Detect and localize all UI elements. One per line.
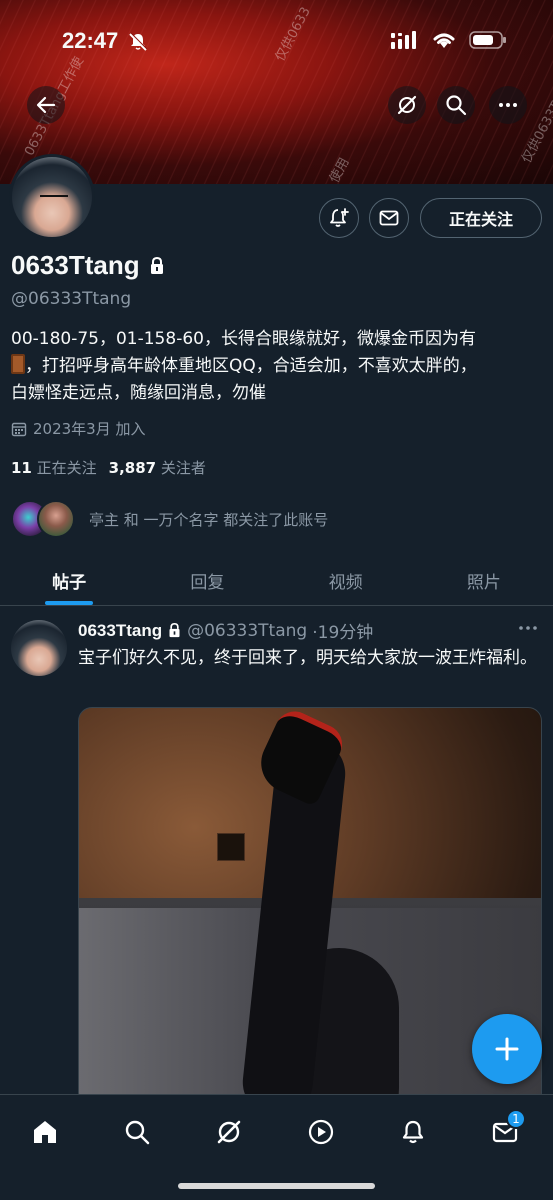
post-header: 0633Ttang @06333Ttang ·19分钟 <box>78 618 374 644</box>
arrow-left-icon <box>36 96 56 114</box>
tab-photos[interactable]: 照片 <box>415 556 553 605</box>
compose-button[interactable] <box>472 1014 542 1084</box>
profile-bio: 00-180-75，01-158-60，长得合眼缘就好，微爆金币因为有 ，打招呼… <box>11 326 543 407</box>
profile-tabs: 帖子 回复 视频 照片 <box>0 556 553 606</box>
joined-text: 2023年3月 加入 <box>33 420 146 438</box>
post-text: 宝子们好久不见，终于回来了，明天给大家放一波王炸福利。 <box>78 648 537 668</box>
signal-icon <box>391 31 416 49</box>
post-avatar[interactable] <box>11 620 67 676</box>
following-label: 正在关注 <box>36 459 97 477</box>
bio-line: 00-180-75，01-158-60，长得合眼缘就好，微爆金币因为有 <box>11 329 476 349</box>
tab-posts[interactable]: 帖子 <box>0 556 138 605</box>
post-handle: @06333Ttang <box>187 620 308 641</box>
image-outlet <box>217 833 245 861</box>
search-button[interactable] <box>437 86 475 124</box>
tab-videos[interactable]: 视频 <box>277 556 415 605</box>
bell-plus-icon <box>330 208 349 227</box>
nav-grok[interactable] <box>206 1109 252 1155</box>
back-button[interactable] <box>27 86 65 124</box>
followers-link[interactable]: 3,887 关注者 <box>109 457 206 478</box>
lock-icon <box>169 622 180 638</box>
display-name: 0633Ttang <box>11 250 140 280</box>
play-circle-icon <box>308 1119 334 1145</box>
followers-label: 关注者 <box>160 459 206 477</box>
status-time: 22:47 <box>62 28 119 53</box>
bell-icon <box>402 1120 424 1144</box>
plus-icon <box>495 1037 519 1061</box>
mutual-followers[interactable]: 亭主 和 一万个名字 都关注了此账号 <box>11 500 328 538</box>
post-author[interactable]: 0633Ttang <box>78 621 162 641</box>
calendar-icon <box>11 422 27 436</box>
nav-search[interactable] <box>114 1109 160 1155</box>
nav-home[interactable] <box>22 1109 68 1155</box>
grok-icon <box>397 95 417 115</box>
nav-messages[interactable]: 1 <box>482 1109 528 1155</box>
following-link[interactable]: 11 正在关注 <box>11 457 97 478</box>
status-icons <box>391 30 507 50</box>
nav-notifications[interactable] <box>390 1109 436 1155</box>
bio-line: 白嫖怪走远点，随缘回消息，勿催 <box>11 383 266 403</box>
tab-replies[interactable]: 回复 <box>138 556 276 605</box>
mail-icon <box>379 210 399 226</box>
post-more-button[interactable] <box>518 616 538 637</box>
profile-avatar[interactable] <box>9 154 95 240</box>
mutual-text: 亭主 和 一万个名字 都关注了此账号 <box>89 510 329 529</box>
profile-name: 0633Ttang <box>11 250 166 281</box>
search-icon <box>125 1120 150 1145</box>
banner-watermark: 使用 <box>327 155 353 184</box>
notify-button[interactable] <box>319 198 359 238</box>
post-time: ·19分钟 <box>312 623 374 643</box>
door-emoji-icon <box>11 354 25 374</box>
battery-icon <box>469 31 506 49</box>
bio-line: ，打招呼身高年龄体重地区QQ，合适会加，不喜欢太胖的， <box>11 353 543 380</box>
more-button[interactable] <box>489 86 527 124</box>
messages-badge: 1 <box>506 1109 526 1129</box>
home-indicator <box>178 1183 375 1189</box>
mutual-avatar <box>37 500 75 538</box>
more-horizontal-icon <box>519 626 537 630</box>
banner-watermark: 仅供0633 <box>272 4 314 65</box>
more-horizontal-icon <box>499 103 517 107</box>
grok-icon <box>217 1120 241 1144</box>
joined-date: 2023年3月 加入 <box>11 418 146 439</box>
bio-line-text: ，打招呼身高年龄体重地区QQ，合适会加，不喜欢太胖的， <box>25 356 477 376</box>
nav-video[interactable] <box>298 1109 344 1155</box>
message-button[interactable] <box>369 198 409 238</box>
grok-button[interactable] <box>388 86 426 124</box>
following-count: 11 <box>11 459 32 477</box>
follow-stats: 11 正在关注 3,887 关注者 <box>11 457 206 478</box>
bell-muted-icon <box>129 32 148 51</box>
search-icon <box>446 95 467 116</box>
following-button[interactable]: 正在关注 <box>420 198 542 238</box>
wifi-icon <box>433 33 455 48</box>
home-icon <box>34 1121 56 1143</box>
lock-icon <box>150 256 163 274</box>
profile-handle: @06333Ttang <box>11 289 132 309</box>
followers-count: 3,887 <box>108 459 157 477</box>
